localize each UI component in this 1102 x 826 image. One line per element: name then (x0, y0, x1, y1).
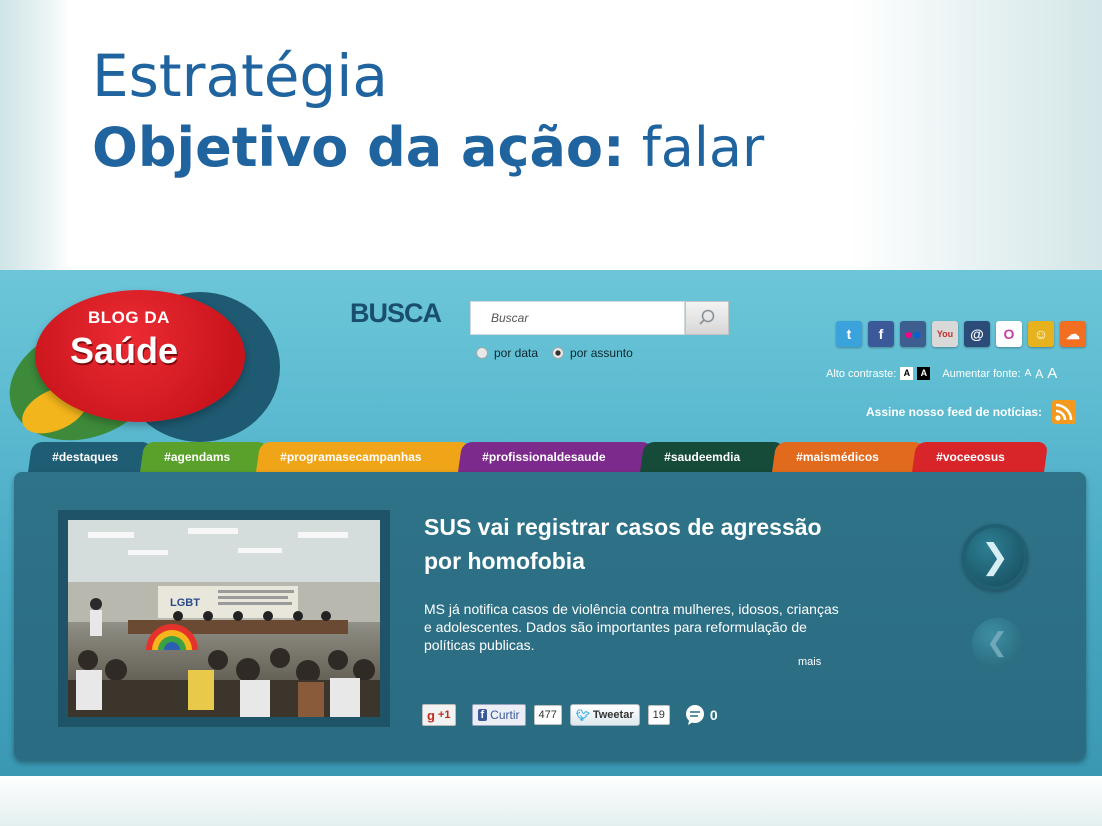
orkut-icon[interactable]: O (996, 321, 1022, 347)
google-plus-icon: g (427, 707, 435, 723)
tab-destaques[interactable]: #destaques (27, 442, 153, 474)
tab-voceeosus[interactable]: #voceeosus (911, 442, 1049, 474)
slide-title: Estratégia Objetivo da ação: falar (92, 40, 764, 184)
font-label: Aumentar fonte: (942, 367, 1021, 380)
radio-indicator (476, 347, 488, 359)
logo-text-top: BLOG DA (88, 308, 170, 327)
tab-label: #programasecampanhas (280, 450, 422, 464)
featured-article-panel: LGBT SUS vai registrar casos de agressão… (14, 472, 1086, 760)
social-links: t f ● ● You @ O ☺ ☁ (836, 321, 1086, 347)
flickr-icon[interactable]: ● ● (900, 321, 926, 347)
tab-label: #profissionaldesaude (482, 450, 606, 464)
tab-programasecampanhas[interactable]: #programasecampanhas (255, 442, 471, 474)
facebook-like-label: Curtir (490, 708, 520, 722)
photo-banner-text: LGBT (170, 597, 200, 609)
radio-label: por data (494, 346, 539, 360)
radio-label: por assunto (570, 346, 633, 360)
radio-por-data[interactable]: por data (476, 346, 538, 360)
font-large-button[interactable]: A (1047, 365, 1057, 382)
facebook-icon[interactable]: f (868, 321, 894, 347)
twitter-bird-icon: 🐦︎ (575, 709, 590, 722)
tab-saudeemdia[interactable]: #saudeemdia (639, 442, 785, 474)
friends-icon[interactable]: ☺ (1028, 321, 1054, 347)
tweet-count: 19 (647, 705, 670, 725)
background-bottom-wave (0, 776, 1102, 826)
comments-count: 0 (709, 707, 718, 723)
youtube-icon[interactable]: You (932, 321, 958, 347)
chevron-left-icon: ❮ (986, 628, 1008, 658)
slide-title-bold: Objetivo da ação: (92, 116, 625, 179)
font-medium-button[interactable]: A (1035, 367, 1043, 381)
slide-title-line1: Estratégia (92, 42, 388, 110)
rss-feed-link[interactable]: Assine nosso feed de notícias: (866, 400, 1077, 424)
comments-link[interactable]: 0 (684, 704, 718, 726)
facebook-like-button[interactable]: f Curtir (471, 704, 526, 726)
rss-icon (1052, 400, 1077, 424)
search-input[interactable] (470, 301, 685, 335)
category-tabs: #destaques #agendams #programasecampanha… (27, 442, 1049, 474)
contrast-dark-button[interactable]: A (917, 367, 931, 380)
carousel-prev-button[interactable]: ❮ (972, 618, 1022, 668)
search-button[interactable] (685, 301, 729, 335)
article-headline[interactable]: SUS vai registrar casos de agressão por … (424, 510, 824, 578)
tweet-label: Tweetar (592, 709, 634, 721)
tweet-button[interactable]: 🐦︎ Tweetar (569, 704, 640, 726)
tab-maismedicos[interactable]: #maismédicos (771, 442, 925, 474)
slide-title-rest: falar (624, 116, 765, 179)
font-small-button[interactable]: A (1025, 368, 1032, 379)
identica-icon[interactable]: @ (964, 321, 990, 347)
conference-photo: LGBT (68, 520, 380, 717)
feed-label: Assine nosso feed de notícias: (866, 405, 1043, 419)
search-icon (699, 309, 715, 325)
contrast-label: Alto contraste: (826, 367, 897, 380)
read-more-link[interactable]: mais (798, 656, 821, 668)
soundcloud-icon[interactable]: ☁ (1060, 321, 1086, 347)
article-summary: MS já notifica casos de violência contra… (424, 601, 839, 653)
share-bar: g +1 f Curtir 477 🐦︎ Tweetar 19 0 (422, 704, 718, 726)
logo-text-main: Saúde (70, 330, 179, 371)
slide-title-line2: Objetivo da ação: falar (92, 112, 764, 184)
chevron-right-icon: ❯ (980, 537, 1010, 577)
facebook-like-count: 477 (533, 705, 562, 725)
comment-icon (685, 705, 704, 725)
tab-agendams[interactable]: #agendams (139, 442, 269, 474)
search-label: BUSCA (350, 298, 442, 328)
google-plus-button[interactable]: g +1 (422, 704, 456, 726)
tab-label: #destaques (52, 450, 119, 464)
article-photo: LGBT (68, 520, 380, 717)
contrast-light-button[interactable]: A (900, 367, 914, 380)
search-mode-options: por data por assunto (476, 346, 633, 360)
tab-label: #saudeemdia (664, 450, 741, 464)
google-plus-label: +1 (437, 709, 451, 721)
radio-por-assunto[interactable]: por assunto (552, 346, 633, 360)
accessibility-tools: Alto contraste: A A Aumentar fonte: A A … (826, 365, 1057, 382)
twitter-icon[interactable]: t (836, 321, 862, 347)
tab-label: #voceeosus (936, 450, 1005, 464)
blog-screenshot: BLOG DA Saúde BUSCA por data por assunto… (0, 270, 1102, 776)
article-photo-frame[interactable]: LGBT (58, 510, 390, 727)
tab-profissionaldesaude[interactable]: #profissionaldesaude (457, 442, 653, 474)
tab-label: #maismédicos (796, 450, 879, 464)
carousel-next-button[interactable]: ❯ (962, 524, 1028, 590)
facebook-like-icon: f (477, 709, 488, 721)
radio-indicator-selected (552, 347, 565, 359)
tab-label: #agendams (164, 450, 231, 464)
